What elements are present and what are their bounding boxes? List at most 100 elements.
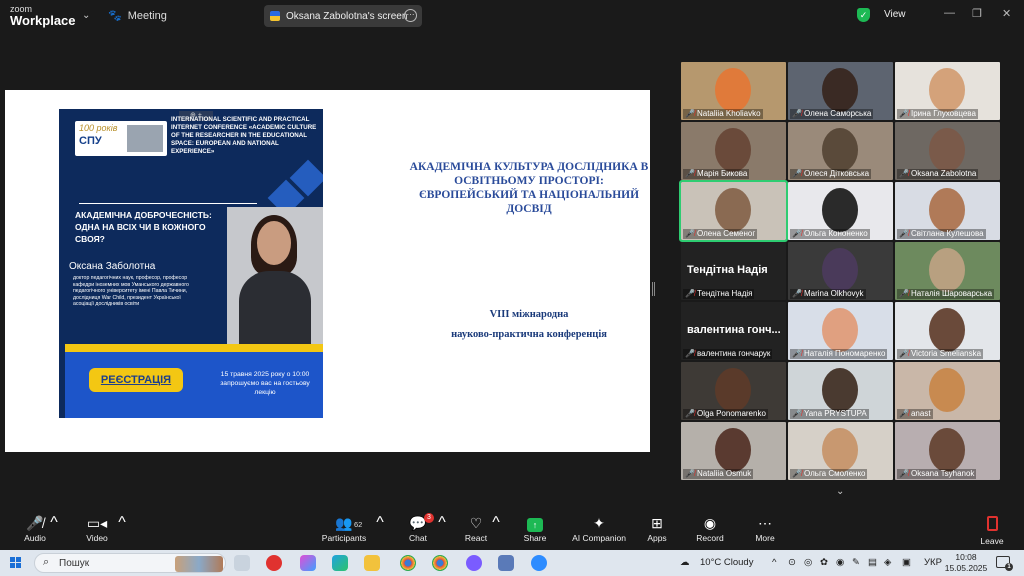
- share-button[interactable]: ↑ Share: [503, 514, 567, 543]
- participant-tile[interactable]: 🎤̸ Nataliia Kholiavko: [681, 62, 786, 120]
- mic-muted-icon: 🎤̸: [792, 169, 802, 178]
- video-options-icon[interactable]: ^: [112, 514, 132, 532]
- mic-muted-icon: 🎤̸: [899, 229, 909, 238]
- participant-video: [929, 248, 965, 292]
- divider: [79, 203, 257, 204]
- chevron-down-icon[interactable]: ⌄: [82, 10, 90, 21]
- participant-tile[interactable]: 🎤̸ Victoria Smelianska: [895, 302, 1000, 360]
- register-button[interactable]: РЕЄСТРАЦІЯ: [89, 368, 183, 392]
- participant-tile[interactable]: 🎤̸ Марія Бикова: [681, 122, 786, 180]
- participant-tile[interactable]: 🎤̸ Olga Ponomarenko: [681, 362, 786, 420]
- app-icon[interactable]: [498, 555, 514, 571]
- shared-screen: 100 років СПУ ⊕ + INTERNATIONAL SCIENTIF…: [5, 90, 650, 452]
- participant-tile[interactable]: 🎤̸ Наталія Шароварська: [895, 242, 1000, 300]
- tray-app-icon[interactable]: ◎: [804, 557, 812, 568]
- participant-tile[interactable]: 🎤̸ Oksana Zabolotna: [895, 122, 1000, 180]
- leave-button[interactable]: Leave: [974, 516, 1010, 546]
- participant-tile[interactable]: 🎤̸ Oksana Tsyhanok: [895, 422, 1000, 480]
- notification-icon[interactable]: 1: [996, 556, 1013, 571]
- participant-tile[interactable]: 🎤̸ Олена Саморська: [788, 62, 893, 120]
- more-button[interactable]: ⋯ More: [733, 514, 797, 543]
- leave-label: Leave: [980, 536, 1004, 546]
- language-indicator[interactable]: УКР: [924, 557, 942, 568]
- participant-video: [822, 128, 858, 172]
- meeting-tab[interactable]: 🐾 Meeting: [108, 9, 167, 23]
- tray-chevron-icon[interactable]: ^: [772, 557, 776, 568]
- participant-video: [929, 128, 965, 172]
- participant-tile[interactable]: 🎤̸ anast: [895, 362, 1000, 420]
- participant-name-label: Oksana Zabolotna: [910, 169, 977, 178]
- participant-video: [822, 188, 858, 232]
- tray-app-icon[interactable]: ◈: [884, 557, 891, 568]
- mic-muted-icon: 🎤̸: [685, 349, 695, 358]
- restore-icon[interactable]: ❐: [972, 7, 982, 20]
- tray-app-icon[interactable]: ▣: [902, 557, 911, 568]
- participant-video: [822, 368, 858, 412]
- participant-name-label: Ірина Глуховцева: [910, 109, 976, 118]
- participant-tile[interactable]: Тендітна Надія 🎤̸ Тендітна Надія: [681, 242, 786, 300]
- participant-video: [715, 128, 751, 172]
- file-explorer-icon[interactable]: [364, 555, 380, 571]
- close-icon[interactable]: ✕: [1002, 7, 1011, 20]
- taskbar-search[interactable]: ⌕ Пошук: [34, 553, 226, 573]
- split-handle[interactable]: [652, 282, 655, 296]
- participant-tile[interactable]: 🎤̸ Marina Olkhovyk: [788, 242, 893, 300]
- view-button[interactable]: View: [884, 9, 906, 20]
- participant-name-label: Олеся Дітковська: [803, 169, 870, 178]
- chrome-icon[interactable]: [432, 555, 448, 571]
- weather-icon[interactable]: ☁: [680, 557, 690, 568]
- screen-share-indicator[interactable]: Oksana Zabolotna's screen ···: [264, 5, 422, 27]
- participant-tile[interactable]: 🎤̸ Олена Семеног: [679, 180, 788, 242]
- participant-video: [929, 308, 965, 352]
- minimize-icon[interactable]: —: [944, 7, 955, 19]
- system-clock[interactable]: 10:08 15.05.2025: [944, 552, 988, 574]
- conference-name: INTERNATIONAL SCIENTIFIC AND PRACTICAL I…: [171, 116, 317, 155]
- zoom-icon[interactable]: [531, 555, 547, 571]
- windows-start-icon[interactable]: [10, 557, 21, 568]
- mic-muted-icon: 🎤̸: [899, 469, 909, 478]
- participant-tile[interactable]: 🎤̸ Ірина Глуховцева: [895, 62, 1000, 120]
- mic-muted-icon: 🎤̸: [899, 109, 909, 118]
- event-poster: 100 років СПУ ⊕ + INTERNATIONAL SCIENTIF…: [59, 109, 323, 418]
- participant-name: 🎤̸ валентина гончарук: [683, 349, 773, 359]
- tray-app-icon[interactable]: ▤: [868, 557, 877, 568]
- chevron-down-icon[interactable]: ⌄: [836, 486, 844, 497]
- participant-tile[interactable]: валентина гонч... 🎤̸ валентина гончарук: [681, 302, 786, 360]
- meeting-label: Meeting: [127, 9, 167, 22]
- participant-video: [822, 428, 858, 472]
- subtitle-line1: VIII міжнародна: [489, 309, 569, 320]
- chrome-icon[interactable]: [400, 555, 416, 571]
- share-label: Share: [523, 533, 547, 543]
- participant-tile[interactable]: 🎤̸ Світлана Кулешова: [895, 182, 1000, 240]
- participant-tile[interactable]: 🎤̸ Олеся Дітковська: [788, 122, 893, 180]
- participant-video: [822, 308, 858, 352]
- participant-tile[interactable]: 🎤̸ Ольга Кононенко: [788, 182, 893, 240]
- ai-companion-button[interactable]: ✦ AI Companion: [567, 514, 631, 543]
- participant-name: 🎤̸ Ольга Кононенко: [790, 229, 870, 239]
- participant-tile[interactable]: 🎤̸ Nataliia Osmuk: [681, 422, 786, 480]
- participant-tile[interactable]: 🎤̸ Yana PRYSTUPA: [788, 362, 893, 420]
- tray-app-icon[interactable]: ◉: [836, 557, 844, 568]
- copilot-icon[interactable]: [300, 555, 316, 571]
- participants-button[interactable]: 👥 62 Participants: [312, 514, 376, 543]
- tray-app-icon[interactable]: ⊙: [788, 557, 796, 568]
- building-image: [127, 125, 163, 152]
- weather-text[interactable]: 10°C Cloudy: [700, 557, 753, 568]
- tray-app-icon[interactable]: ✿: [820, 557, 828, 568]
- participant-tile[interactable]: 🎤̸ Наталія Пономаренко: [788, 302, 893, 360]
- mic-muted-icon: 🎤̸: [685, 469, 695, 478]
- participant-tile[interactable]: 🎤̸ Ольга Смоленко: [788, 422, 893, 480]
- more-options-icon[interactable]: ···: [404, 9, 417, 22]
- participant-video: [715, 428, 751, 472]
- participant-gallery: 🎤̸ Nataliia Kholiavko 🎤̸ Олена Саморська 🎤̸ І…: [679, 62, 1001, 482]
- audio-options-icon[interactable]: ^: [44, 514, 64, 532]
- participant-video: [715, 68, 751, 112]
- tray-app-icon[interactable]: ✎: [852, 557, 860, 568]
- more-icon: ⋯: [758, 515, 772, 531]
- viber-icon[interactable]: [466, 555, 482, 571]
- edge-icon[interactable]: [332, 555, 348, 571]
- security-shield-icon[interactable]: ✓: [857, 8, 870, 22]
- search-highlight-image: [175, 556, 223, 572]
- task-view-icon[interactable]: [234, 555, 250, 571]
- opera-icon[interactable]: [266, 555, 282, 571]
